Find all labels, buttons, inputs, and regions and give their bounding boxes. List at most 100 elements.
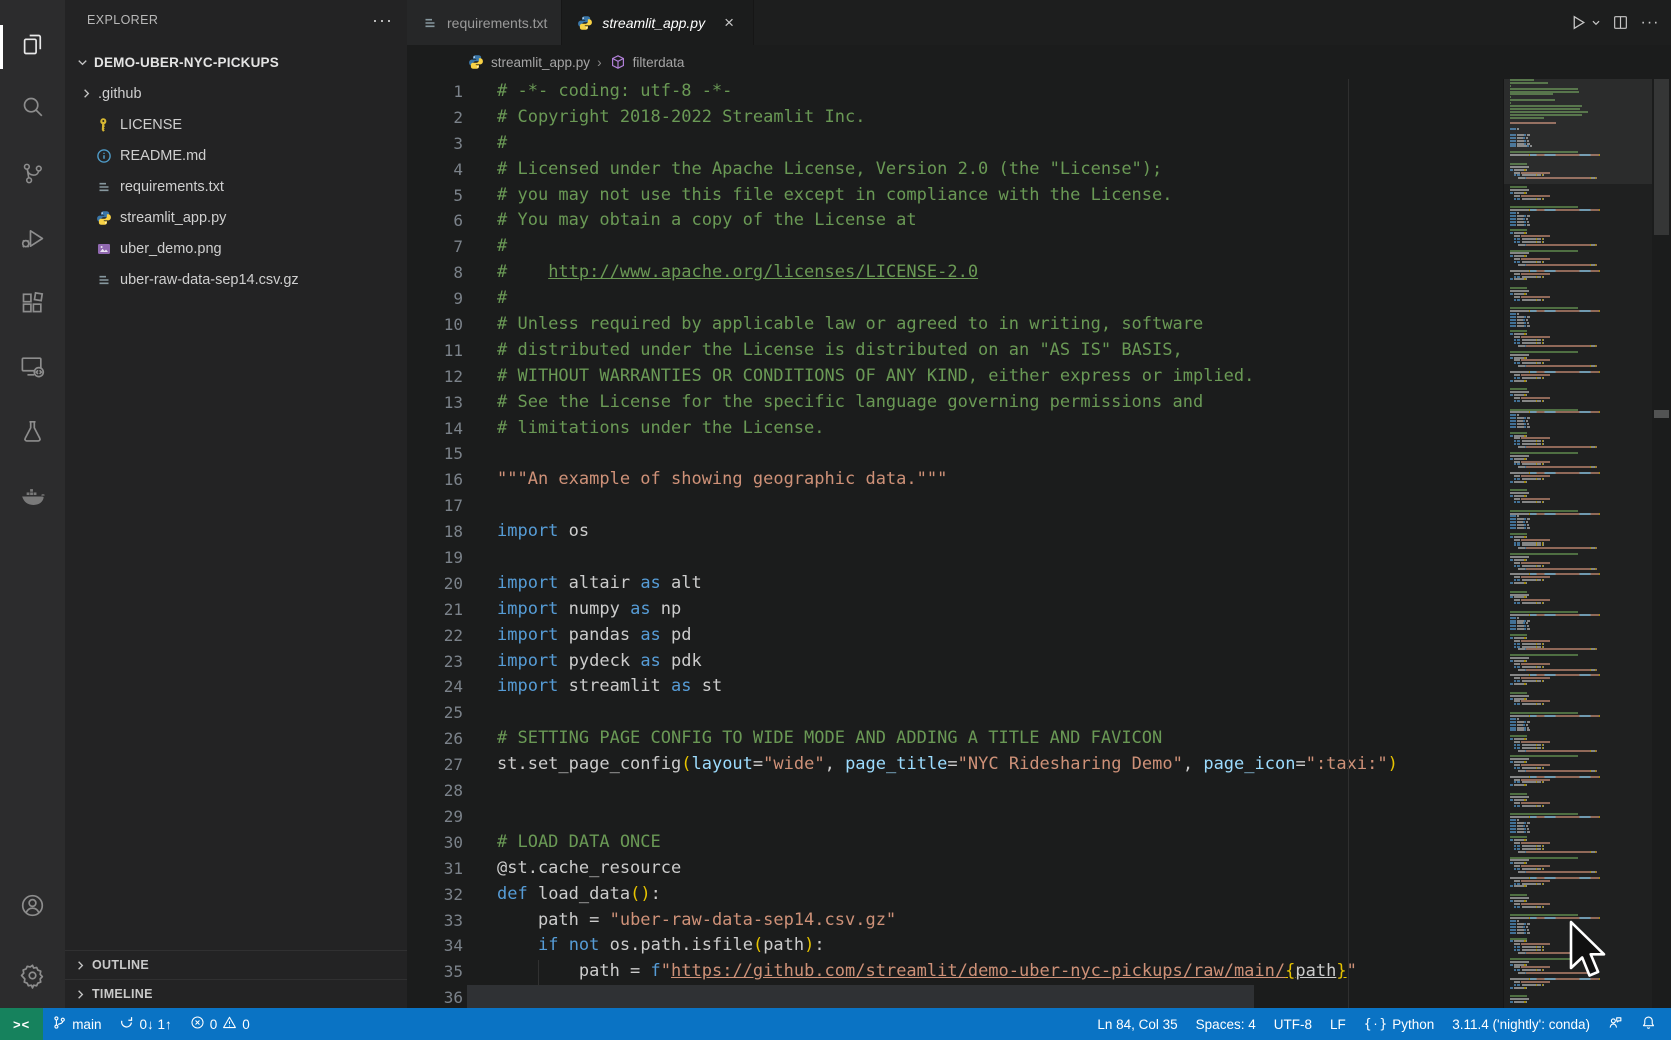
- section-timeline[interactable]: TIMELINE: [65, 979, 407, 1008]
- code-line: 30 # LOAD DATA ONCE: [407, 830, 1507, 856]
- code-line: 14# limitations under the License.: [407, 416, 1507, 442]
- symbol-cube-icon: [609, 53, 627, 71]
- status-label: LF: [1330, 1017, 1346, 1032]
- line-content: import streamlit as st: [497, 674, 722, 700]
- line-content: # WITHOUT WARRANTIES OR CONDITIONS OF AN…: [497, 364, 1254, 390]
- activity-settings-icon[interactable]: [0, 949, 65, 1001]
- line-number: 18: [407, 519, 463, 545]
- status-notifications[interactable]: [1632, 1008, 1665, 1040]
- status-label: UTF-8: [1274, 1017, 1312, 1032]
- code-line: 35 path = f"https://github.com/streamlit…: [407, 959, 1507, 985]
- line-number: 1: [407, 79, 463, 105]
- status-indentation[interactable]: Spaces: 4: [1187, 1008, 1265, 1040]
- line-number: 27: [407, 752, 463, 778]
- section-outline[interactable]: OUTLINE: [65, 950, 407, 979]
- tree-file-requirements-txt[interactable]: requirements.txt: [65, 171, 407, 202]
- status-language-mode[interactable]: { }·Python: [1355, 1008, 1444, 1040]
- tab-close-icon[interactable]: ×: [719, 13, 739, 33]
- status-problems[interactable]: 00: [181, 1008, 259, 1040]
- status-feedback[interactable]: [1599, 1008, 1632, 1040]
- activity-explorer-icon[interactable]: [0, 18, 65, 70]
- explorer-more-actions-icon[interactable]: ···: [372, 15, 393, 25]
- status-label: Spaces: 4: [1196, 1017, 1256, 1032]
- tab-streamlit-app-py[interactable]: streamlit_app.py×: [562, 0, 754, 45]
- warning-icon: [222, 1015, 237, 1033]
- code-line: 23import pydeck as pdk: [407, 649, 1507, 675]
- sidebar-sections: OUTLINETIMELINE: [65, 950, 407, 1008]
- status-git-sync[interactable]: 0↓ 1↑: [110, 1008, 180, 1040]
- line-content: path = f"https://github.com/streamlit/de…: [497, 959, 1357, 985]
- chevron-down-icon: [73, 54, 91, 72]
- status-python-interpreter[interactable]: 3.11.4 ('nightly': conda): [1443, 1008, 1599, 1040]
- activity-source-control-icon[interactable]: [0, 147, 65, 199]
- activity-accounts-icon[interactable]: [0, 879, 65, 931]
- line-content: # LOAD DATA ONCE: [497, 830, 661, 856]
- chevron-right-icon: [77, 85, 95, 103]
- line-number: 34: [407, 933, 463, 959]
- line-number: 35: [407, 959, 463, 985]
- scrollbar-cursor-marker: [1654, 410, 1669, 418]
- line-content: #: [497, 131, 507, 157]
- line-number: 30: [407, 830, 463, 856]
- status-label: 3.11.4 ('nightly': conda): [1452, 1017, 1590, 1032]
- braces-icon: { }·: [1364, 1017, 1387, 1032]
- tree-file-streamlit-app-py[interactable]: streamlit_app.py: [65, 202, 407, 233]
- line-number: 16: [407, 467, 463, 493]
- line-number: 5: [407, 183, 463, 209]
- code-line: 13# See the License for the specific lan…: [407, 390, 1507, 416]
- split-editor-button[interactable]: [1607, 10, 1633, 36]
- line-content: import os: [497, 519, 589, 545]
- breadcrumb-symbol[interactable]: filterdata: [633, 55, 685, 70]
- minimap[interactable]: [1503, 79, 1652, 1008]
- tree-file-uber-raw-data-sep14-csv-gz[interactable]: uber-raw-data-sep14.csv.gz: [65, 264, 407, 295]
- code-line: 34 if not os.path.isfile(path):: [407, 933, 1507, 959]
- line-content: import pandas as pd: [497, 623, 692, 649]
- line-content: def load_data():: [497, 882, 661, 908]
- tree-root-folder[interactable]: DEMO-UBER-NYC-PICKUPS: [65, 47, 407, 78]
- status-eol[interactable]: LF: [1321, 1008, 1355, 1040]
- activity-testing-icon[interactable]: [0, 405, 65, 457]
- column-ruler: [1348, 79, 1349, 1008]
- activity-extensions-icon[interactable]: [0, 277, 65, 329]
- tab-label: requirements.txt: [447, 15, 547, 31]
- chevron-right-icon: [71, 985, 89, 1003]
- text-file-icon: [421, 14, 439, 32]
- error-icon: [190, 1015, 205, 1033]
- activity-remote-explorer-icon[interactable]: [0, 340, 65, 392]
- line-number: 8: [407, 260, 463, 286]
- line-content: # See the License for the specific langu…: [497, 390, 1203, 416]
- minimap-viewport[interactable]: [1504, 79, 1652, 184]
- line-number: 12: [407, 364, 463, 390]
- tree-file-readme-md[interactable]: README.md: [65, 140, 407, 171]
- line-content: import altair as alt: [497, 571, 702, 597]
- status-label: 0↓ 1↑: [139, 1017, 171, 1032]
- editor-scrollbar[interactable]: [1652, 79, 1671, 1008]
- line-number: 10: [407, 312, 463, 338]
- tree-file-license[interactable]: LICENSE: [65, 109, 407, 140]
- code-editor[interactable]: 1# -*- coding: utf-8 -*-2# Copyright 201…: [407, 79, 1671, 1008]
- file-label: uber-raw-data-sep14.csv.gz: [120, 272, 299, 288]
- tree-folder--github[interactable]: .github: [65, 78, 407, 109]
- status-label: 0: [242, 1017, 250, 1032]
- breadcrumb-file[interactable]: streamlit_app.py: [491, 55, 590, 70]
- status-encoding[interactable]: UTF-8: [1265, 1008, 1321, 1040]
- breadcrumb: streamlit_app.py › filterdata: [407, 45, 1671, 79]
- status-cursor-position[interactable]: Ln 84, Col 35: [1088, 1008, 1186, 1040]
- line-number: 23: [407, 649, 463, 675]
- code-line: 27st.set_page_config(layout="wide", page…: [407, 752, 1507, 778]
- more-actions-button[interactable]: ···: [1637, 10, 1663, 36]
- line-number: 28: [407, 778, 463, 804]
- remote-indicator[interactable]: ><: [0, 1008, 43, 1040]
- activity-run-debug-icon[interactable]: [0, 212, 65, 264]
- scrollbar-thumb[interactable]: [1654, 79, 1669, 235]
- activity-docker-icon[interactable]: [0, 470, 65, 522]
- line-number: 24: [407, 674, 463, 700]
- run-button[interactable]: [1565, 10, 1591, 36]
- activity-search-icon[interactable]: [0, 80, 65, 132]
- line-number: 20: [407, 571, 463, 597]
- status-git-branch[interactable]: main: [43, 1008, 110, 1040]
- tab-requirements-txt[interactable]: requirements.txt: [407, 0, 562, 45]
- tree-file-uber-demo-png[interactable]: uber_demo.png: [65, 233, 407, 264]
- line-number: 22: [407, 623, 463, 649]
- run-dropdown-chevron-icon[interactable]: [1589, 10, 1603, 36]
